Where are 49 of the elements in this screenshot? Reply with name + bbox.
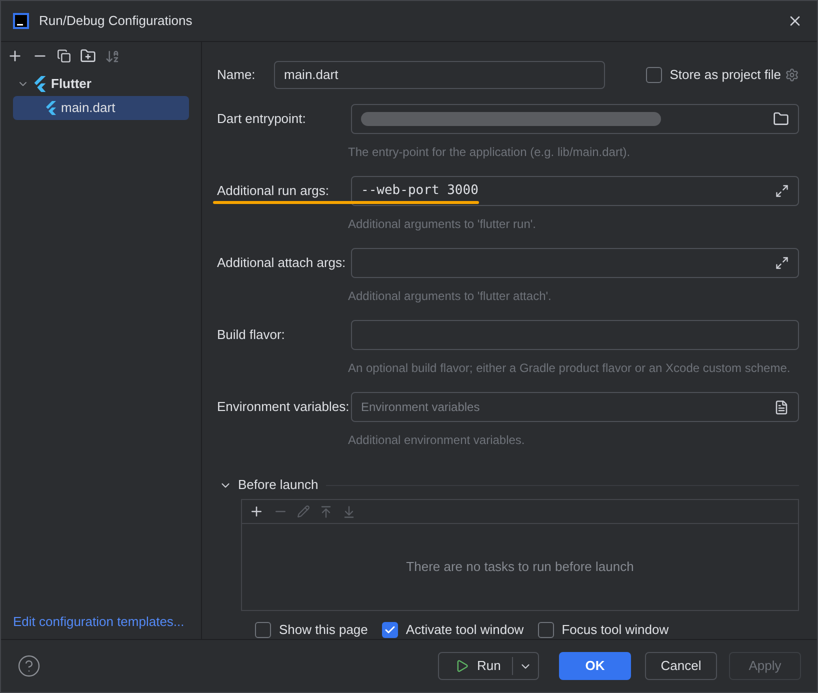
name-field[interactable]: main.dart bbox=[274, 61, 605, 89]
field-label: Build flavor: bbox=[217, 326, 286, 344]
help-icon[interactable] bbox=[17, 654, 41, 678]
field-label: Environment variables: bbox=[217, 398, 350, 416]
tree-item[interactable]: Flutter bbox=[13, 72, 189, 96]
play-icon bbox=[455, 659, 469, 673]
field-hint: Additional arguments to 'flutter attach'. bbox=[348, 288, 552, 305]
field-hint: An optional build flavor; either a Gradle product flavor or an Xcode custom scheme. bbox=[348, 360, 792, 377]
field-label: Additional attach args: bbox=[217, 254, 347, 272]
empty-message: There are no tasks to run before launch bbox=[406, 558, 634, 576]
ok-button[interactable]: OK bbox=[559, 652, 631, 680]
expand-icon[interactable] bbox=[775, 184, 789, 198]
checkmark-icon bbox=[384, 624, 396, 636]
field-label: Additional run args: bbox=[217, 182, 330, 200]
settings-icon[interactable] bbox=[785, 68, 799, 82]
checkbox-label: Show this page bbox=[279, 621, 368, 640]
input-field[interactable] bbox=[351, 320, 799, 350]
run-button[interactable]: Run bbox=[438, 652, 539, 680]
edit-templates-link[interactable]: Edit configuration templates... bbox=[1, 612, 201, 639]
input-field[interactable]: --web-port 3000 bbox=[351, 176, 799, 206]
checkbox[interactable] bbox=[382, 622, 398, 638]
checkbox[interactable] bbox=[255, 622, 271, 638]
sort-icon[interactable] bbox=[105, 48, 120, 64]
field-hint: The entry-point for the application (e.g. lib/main.dart). bbox=[348, 144, 632, 161]
document-icon[interactable] bbox=[774, 400, 789, 414]
flutter-icon bbox=[45, 101, 57, 115]
cancel-button[interactable]: Cancel bbox=[645, 652, 717, 680]
checkbox[interactable] bbox=[646, 67, 662, 83]
add-icon[interactable] bbox=[7, 48, 23, 64]
field-label: Dart entrypoint: bbox=[217, 110, 307, 128]
flutter-icon bbox=[33, 76, 47, 92]
app-logo-icon bbox=[13, 13, 29, 29]
copy-icon[interactable] bbox=[57, 49, 71, 63]
input-field[interactable] bbox=[351, 248, 799, 278]
checkbox-label: Focus tool window bbox=[562, 621, 669, 640]
checkbox-label: Activate tool window bbox=[406, 621, 524, 640]
expand-icon[interactable] bbox=[775, 256, 789, 270]
checkbox[interactable] bbox=[538, 622, 554, 638]
field-label: Name: bbox=[217, 66, 256, 84]
add-icon[interactable] bbox=[249, 504, 264, 519]
input-field[interactable] bbox=[351, 104, 799, 134]
new-folder-icon[interactable] bbox=[80, 48, 96, 64]
tree-item[interactable]: main.dart bbox=[13, 96, 189, 120]
window-title: Run/Debug Configurations bbox=[39, 12, 194, 30]
folder-icon[interactable] bbox=[773, 111, 789, 127]
field-hint: Additional environment variables. bbox=[348, 432, 526, 449]
field-hint: Additional arguments to 'flutter run'. bbox=[348, 216, 538, 233]
checkbox-label: Store as project file bbox=[670, 66, 781, 84]
section-title[interactable]: Before launch bbox=[238, 475, 318, 495]
